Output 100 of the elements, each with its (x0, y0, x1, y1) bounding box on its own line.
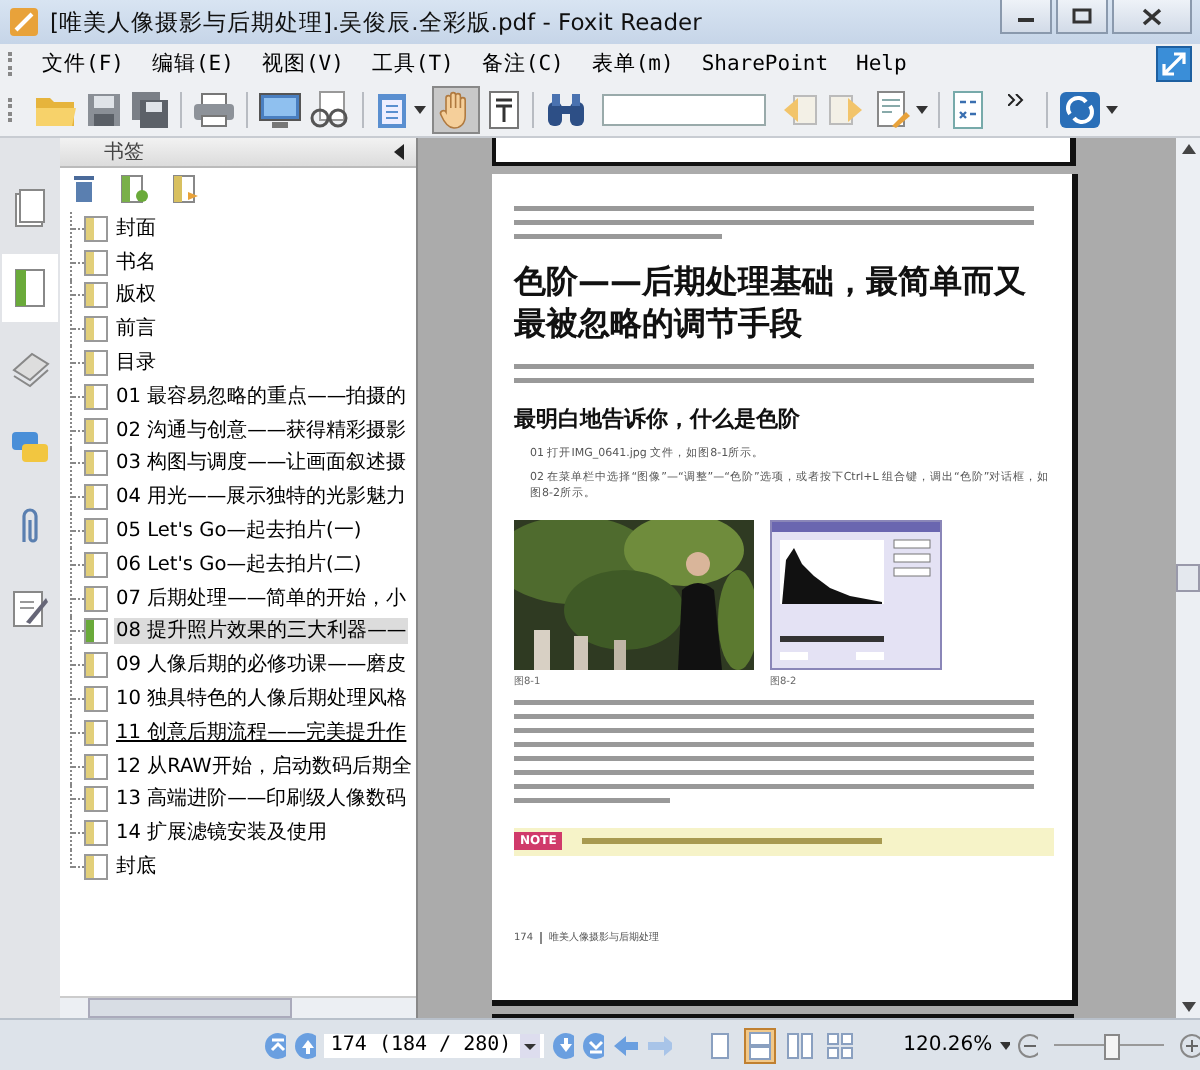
bookmark-item[interactable]: 12 从RAW开始，启动数码后期全 (114, 753, 414, 780)
bookmark-icon (84, 215, 108, 242)
minimize-button[interactable] (1000, 0, 1052, 34)
bookmark-item[interactable]: 01 最容易忽略的重点——拍摄的 (114, 383, 409, 410)
bookmark-item[interactable]: 09 人像后期的必修功课——磨皮 (114, 652, 409, 679)
cycle-logo-icon[interactable] (1058, 90, 1102, 130)
monitor-icon[interactable] (258, 90, 302, 130)
menu-item[interactable]: Help (842, 52, 921, 76)
close-button[interactable] (1112, 0, 1192, 34)
bookmark-icon (84, 249, 108, 276)
bookmark-icon (84, 518, 108, 545)
text-select-icon[interactable] (486, 90, 522, 130)
bookmark-item[interactable]: 04 用光——展示独特的光影魅力 (114, 484, 409, 511)
clipboard-icon[interactable] (374, 90, 410, 130)
previous-page-icon[interactable] (294, 1031, 317, 1059)
scroll-down-icon[interactable] (1181, 1002, 1195, 1012)
pen-document-icon (10, 586, 50, 630)
bookmark-icon (84, 551, 108, 578)
add-bookmark-icon[interactable] (120, 173, 148, 203)
caret-icon[interactable] (414, 106, 426, 114)
bookmark-item[interactable]: 13 高端进阶——印刷级人像数码 (114, 786, 409, 813)
last-page-icon[interactable] (581, 1031, 605, 1059)
pages-icon (10, 186, 50, 230)
printer-icon[interactable] (192, 90, 236, 130)
menu-item[interactable]: 文件(F) (28, 50, 138, 78)
bookmark-icon (84, 820, 108, 847)
next-page-icon[interactable] (551, 1031, 574, 1059)
bookmark-icon (84, 652, 108, 679)
page-heading: 色阶——后期处理基础，最简单而又最被忽略的调节手段 (514, 261, 1028, 345)
bookmark-item[interactable]: 03 构图与调度——让画面叙述摄 (114, 450, 409, 477)
scrollbar-thumb[interactable] (1176, 564, 1200, 592)
bookmark-icon (10, 266, 50, 310)
menu-item[interactable]: 备注(C) (467, 50, 578, 78)
bookmark-icon (84, 854, 108, 881)
bookmark-icon (84, 618, 108, 645)
bookmark-icon (84, 450, 108, 477)
vertical-scrollbar[interactable] (1176, 138, 1200, 1018)
bookmark-item[interactable]: 版权 (114, 282, 158, 309)
first-page-icon[interactable] (264, 1031, 287, 1059)
calculator-icon[interactable] (950, 90, 986, 130)
continuous-facing-view-button[interactable] (823, 1027, 856, 1063)
facing-view-button[interactable] (783, 1027, 816, 1063)
trash-icon[interactable] (72, 173, 96, 203)
dropdown-icon[interactable] (519, 1033, 540, 1057)
bookmark-item[interactable]: 封面 (114, 215, 158, 242)
bookmark-item[interactable]: 06 Let's Go—起去拍片(二) (114, 551, 364, 578)
zoom-value[interactable]: 120.26% (903, 1034, 993, 1056)
bookmark-icon (84, 585, 108, 612)
collapse-arrow-icon[interactable] (394, 144, 404, 160)
app-logo-icon (8, 6, 40, 38)
search-field[interactable] (602, 94, 766, 126)
page-layout-icon (705, 1031, 734, 1059)
bookmark-icon (84, 484, 108, 511)
binoculars-icon[interactable] (544, 90, 588, 130)
restore-window-icon[interactable] (1156, 46, 1192, 82)
continuous-view-button[interactable] (743, 1027, 776, 1063)
menu-item[interactable]: 工具(T) (357, 50, 468, 78)
bookmark-item[interactable]: 10 独具特色的人像后期处理风格 (114, 686, 410, 713)
section-heading: 最明白地告诉你，什么是色阶 (514, 404, 802, 435)
back-arrow-icon[interactable] (612, 1033, 638, 1057)
horizontal-scrollbar[interactable] (60, 996, 416, 1018)
bookmark-item[interactable]: 前言 (114, 316, 158, 343)
menu-item[interactable]: SharePoint (687, 52, 843, 76)
glasses-icon[interactable] (308, 90, 352, 130)
zoom-in-icon[interactable] (1180, 1033, 1200, 1057)
save-all-icon[interactable] (130, 90, 170, 130)
bookmark-item[interactable]: 11 创意后期流程——完美提升作 (114, 719, 409, 746)
page-number-field[interactable]: 174 (184 / 280) (324, 1033, 544, 1057)
bookmark-item[interactable]: 08 提升照片效果的三大利器—— (114, 618, 409, 645)
page-layout-icon (785, 1031, 814, 1059)
scroll-up-icon[interactable] (1181, 144, 1195, 154)
maximize-button[interactable] (1056, 0, 1108, 34)
page-layout-icon (825, 1031, 854, 1059)
bookmark-icon (84, 350, 108, 377)
save-icon[interactable] (84, 90, 124, 130)
bookmark-icon (84, 686, 108, 713)
caret-icon[interactable] (1000, 1041, 1010, 1049)
bookmark-item[interactable]: 封底 (114, 854, 158, 881)
chevron-icon[interactable] (1008, 94, 1024, 106)
bookmark-item[interactable]: 07 后期处理——简单的开始，小 (114, 585, 409, 612)
bookmark-item[interactable]: 14 扩展滤镜安装及使用 (114, 820, 330, 847)
maximize-icon (1072, 8, 1092, 24)
menu-item[interactable]: 编辑(E) (137, 50, 248, 78)
bookmark-item[interactable]: 目录 (114, 350, 158, 377)
scrollbar-thumb[interactable] (88, 998, 292, 1018)
menu-item[interactable]: 视图(V) (247, 50, 358, 78)
caret-icon[interactable] (916, 106, 928, 114)
bookmarks-tab[interactable] (2, 254, 58, 322)
caret-icon[interactable] (1106, 106, 1118, 114)
bookmark-icon (84, 753, 108, 780)
zoom-out-icon[interactable] (1017, 1033, 1037, 1057)
bookmark-item[interactable]: 书名 (114, 249, 158, 276)
menu-item[interactable]: 表单(m) (577, 50, 688, 78)
bookmark-icon (84, 719, 108, 746)
bookmark-icon (84, 417, 108, 444)
slider-thumb[interactable] (1104, 1033, 1121, 1059)
bookmark-icon (84, 316, 108, 343)
bookmark-item[interactable]: 05 Let's Go—起去拍片(一) (114, 518, 364, 545)
bookmark-icon (84, 786, 108, 813)
bookmark-item[interactable]: 02 沟通与创意——获得精彩摄影 (114, 417, 409, 444)
